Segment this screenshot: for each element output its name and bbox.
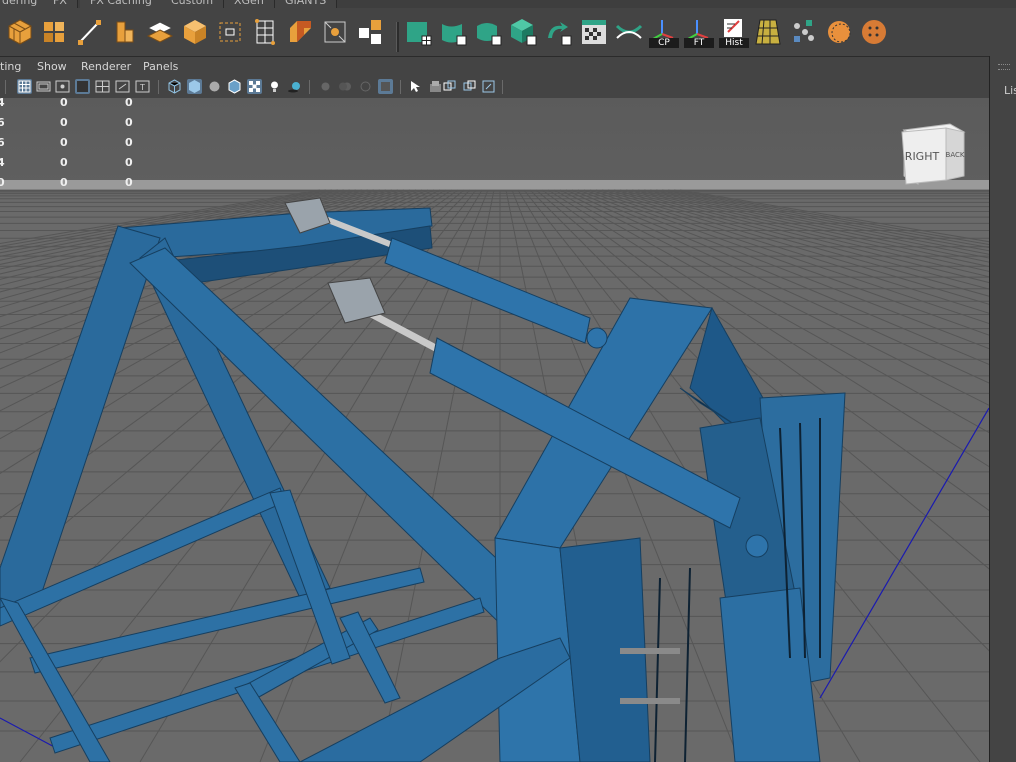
view-cube-back-label: BACK bbox=[946, 151, 965, 159]
lights-icon[interactable] bbox=[267, 79, 282, 94]
texture-grid-icon[interactable] bbox=[754, 16, 784, 48]
ambient-occlusion-icon[interactable] bbox=[318, 79, 333, 94]
shelf-tab-custom[interactable]: Custom bbox=[161, 0, 225, 8]
scatter-icon[interactable] bbox=[789, 16, 819, 48]
shelf-tab-bar: dering FX FX Caching Custom XGen GIANTS bbox=[0, 0, 1016, 8]
circle-dashed-icon[interactable] bbox=[824, 16, 854, 48]
xray-joints-icon[interactable] bbox=[442, 79, 457, 94]
safe-action-icon[interactable] bbox=[115, 79, 130, 94]
hud-stats-column-a: 4 6 6 4 0 bbox=[0, 98, 5, 193]
freeze-transform-label: FT bbox=[684, 38, 714, 48]
perspective-viewport[interactable]: 4 6 6 4 0 0 0 0 0 0 0 0 0 0 0 RIGHT BACK bbox=[0, 98, 989, 762]
dock-grip-handle[interactable] bbox=[998, 64, 1010, 70]
scene-canvas bbox=[0, 98, 989, 762]
hud-value: 0 bbox=[0, 176, 5, 189]
hud-value: 0 bbox=[60, 156, 68, 169]
right-dock: Lis bbox=[989, 56, 1016, 762]
hud-value: 0 bbox=[60, 136, 68, 149]
uv-cylinder-icon[interactable] bbox=[439, 16, 469, 48]
anti-alias-icon[interactable] bbox=[358, 79, 373, 94]
bevel-icon[interactable] bbox=[285, 16, 315, 48]
hud-stats-column-c: 0 0 0 0 0 bbox=[125, 98, 133, 193]
polygon-cube-icon[interactable] bbox=[40, 16, 70, 48]
grid-toggle-icon[interactable] bbox=[17, 79, 32, 94]
checker-icon[interactable] bbox=[579, 16, 609, 48]
nurbs-cube-icon[interactable] bbox=[180, 16, 210, 48]
gate-mask-icon[interactable] bbox=[75, 79, 90, 94]
isolate-select-icon[interactable] bbox=[408, 79, 423, 94]
shelf-tab-xgen[interactable]: XGen bbox=[224, 0, 275, 8]
menu-show[interactable]: Show bbox=[37, 60, 67, 73]
uv-cut-icon[interactable] bbox=[614, 16, 644, 48]
hud-value: 0 bbox=[125, 136, 133, 149]
dock-tab-label[interactable]: Lis bbox=[1004, 84, 1016, 97]
hud-value: 4 bbox=[0, 98, 5, 109]
separate-icon[interactable] bbox=[355, 16, 385, 48]
film-gate-icon[interactable] bbox=[36, 79, 51, 94]
bounding-box-icon[interactable] bbox=[215, 16, 245, 48]
hud-value: 0 bbox=[125, 176, 133, 189]
panel-menu-bar: ting Show Renderer Panels bbox=[0, 57, 989, 76]
camera-attributes-icon[interactable] bbox=[481, 79, 496, 94]
uv-plane-icon[interactable] bbox=[404, 16, 434, 48]
depth-of-field-icon[interactable] bbox=[378, 79, 393, 94]
toolbar-divider bbox=[309, 80, 310, 94]
toolbar-divider bbox=[400, 80, 401, 94]
shelf-tab-giants[interactable]: GIANTS bbox=[275, 0, 338, 8]
hud-value: 6 bbox=[0, 116, 5, 129]
hud-value: 0 bbox=[60, 176, 68, 189]
uv-sphere-icon[interactable] bbox=[474, 16, 504, 48]
polygon-pipe-icon[interactable] bbox=[110, 16, 140, 48]
textured-icon[interactable] bbox=[247, 79, 262, 94]
menu-panels[interactable]: Panels bbox=[143, 60, 178, 73]
uv-cube-icon[interactable] bbox=[509, 16, 539, 48]
select-box-icon[interactable] bbox=[320, 16, 350, 48]
wireframe-icon[interactable] bbox=[167, 79, 182, 94]
xray-components-icon[interactable] bbox=[462, 79, 477, 94]
freeze-transform-icon[interactable]: FT bbox=[684, 16, 714, 48]
smooth-shade-icon[interactable] bbox=[187, 79, 202, 94]
hud-stats-column-b: 0 0 0 0 0 bbox=[60, 98, 68, 193]
polygon-sphere-icon[interactable] bbox=[5, 16, 35, 48]
center-pivot-label: CP bbox=[649, 38, 679, 48]
delete-history-icon[interactable]: Hist bbox=[719, 16, 749, 48]
toolbar-divider bbox=[5, 80, 6, 94]
viewport-background bbox=[0, 98, 989, 184]
shadows-icon[interactable] bbox=[287, 79, 302, 94]
menu-renderer[interactable]: Renderer bbox=[81, 60, 131, 73]
hud-value: 0 bbox=[60, 98, 68, 109]
view-cube[interactable]: RIGHT BACK bbox=[898, 120, 970, 186]
resolution-gate-icon[interactable] bbox=[55, 79, 70, 94]
polygon-plane-icon[interactable] bbox=[145, 16, 175, 48]
hud-value: 0 bbox=[125, 156, 133, 169]
shelf-tab-fx-caching[interactable]: FX Caching bbox=[80, 0, 163, 8]
curve-tool-icon[interactable] bbox=[75, 16, 105, 48]
lattice-icon[interactable] bbox=[250, 16, 280, 48]
safe-title-icon[interactable]: T bbox=[135, 79, 150, 94]
field-chart-icon[interactable] bbox=[95, 79, 110, 94]
hud-value: 0 bbox=[125, 116, 133, 129]
shelf-tab-fx[interactable]: FX bbox=[43, 0, 78, 8]
motion-blur-icon[interactable] bbox=[338, 79, 353, 94]
toolbar-divider bbox=[158, 80, 159, 94]
xray-icon[interactable] bbox=[428, 79, 443, 94]
center-pivot-icon[interactable]: CP bbox=[649, 16, 679, 48]
hud-value: 6 bbox=[0, 136, 5, 149]
wireframe-on-shaded-icon[interactable] bbox=[227, 79, 242, 94]
shelf-tab-rendering[interactable]: dering bbox=[0, 0, 49, 8]
menu-lighting[interactable]: ting bbox=[0, 60, 21, 73]
view-cube-right-label: RIGHT bbox=[905, 150, 940, 163]
shelf: CP FT Hist bbox=[0, 8, 1016, 57]
hud-value: 4 bbox=[0, 156, 5, 169]
hud-value: 0 bbox=[60, 116, 68, 129]
orange-dots-icon[interactable] bbox=[859, 16, 889, 48]
delete-history-label: Hist bbox=[719, 38, 749, 48]
svg-text:T: T bbox=[139, 83, 145, 92]
panel-toolbar: T bbox=[0, 76, 989, 99]
shelf-separator bbox=[396, 22, 399, 52]
default-material-icon[interactable] bbox=[207, 79, 222, 94]
uv-transfer-icon[interactable] bbox=[544, 16, 574, 48]
toolbar-divider bbox=[502, 80, 503, 94]
hud-value: 0 bbox=[125, 98, 133, 109]
